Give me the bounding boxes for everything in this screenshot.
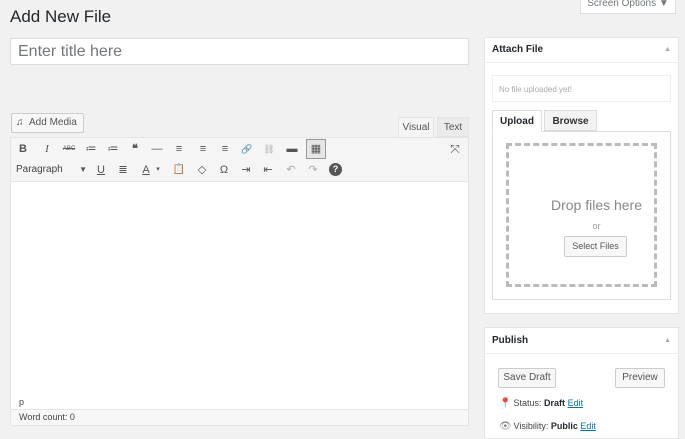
- numbered-list-icon[interactable]: ≔: [105, 141, 121, 157]
- drop-files-text: Drop files here: [550, 197, 643, 213]
- bullet-list-icon[interactable]: ≔: [83, 141, 99, 157]
- special-character-icon[interactable]: Ω: [216, 162, 232, 178]
- toolbar-toggle-icon[interactable]: ▦: [306, 139, 326, 159]
- clear-formatting-icon[interactable]: ◇: [194, 162, 210, 178]
- paste-text-icon[interactable]: 📋: [171, 162, 187, 178]
- eye-icon: 👁: [499, 421, 512, 432]
- page-title: Add New File: [10, 7, 112, 26]
- pin-icon: 📍: [499, 398, 512, 409]
- drop-zone[interactable]: [506, 143, 657, 287]
- status-edit-link[interactable]: Edit: [568, 398, 584, 408]
- title-input[interactable]: [10, 38, 469, 65]
- format-select-value: Paragraph: [16, 164, 63, 175]
- format-select[interactable]: Paragraph ▼: [16, 162, 87, 178]
- help-icon[interactable]: ?: [329, 163, 342, 176]
- underline-icon[interactable]: U: [93, 162, 109, 178]
- outdent-icon[interactable]: ⇥: [238, 162, 254, 178]
- visibility-value: Public: [550, 421, 578, 431]
- publish-heading: Publish: [492, 335, 529, 346]
- select-files-button[interactable]: Select Files: [564, 236, 627, 257]
- add-media-button[interactable]: ♫ Add Media: [11, 113, 84, 133]
- indent-icon[interactable]: ⇤: [260, 162, 276, 178]
- insert-link-icon[interactable]: 🔗: [239, 141, 255, 157]
- collapse-arrow-icon[interactable]: ▲: [664, 327, 671, 354]
- tab-upload[interactable]: Upload: [492, 110, 542, 132]
- chevron-down-icon: ▼: [79, 165, 87, 174]
- read-more-icon[interactable]: ▬: [284, 141, 300, 157]
- fullscreen-icon[interactable]: ⤧: [447, 141, 463, 157]
- bold-icon[interactable]: B: [15, 141, 31, 157]
- align-center-icon[interactable]: ≡: [195, 141, 211, 157]
- visibility-row: 👁 Visibility: Public Edit: [499, 419, 596, 433]
- justify-icon[interactable]: ≣: [115, 162, 131, 178]
- save-draft-button[interactable]: Save Draft: [498, 368, 556, 388]
- add-media-label: Add Media: [29, 117, 77, 128]
- visibility-label: Visibility:: [513, 421, 549, 431]
- attach-file-header[interactable]: Attach File ▲: [484, 37, 679, 63]
- attach-file-heading: Attach File: [492, 44, 544, 55]
- chevron-down-icon[interactable]: ▾: [150, 162, 166, 178]
- align-right-icon[interactable]: ≡: [217, 141, 233, 157]
- editor-path: p: [19, 397, 25, 407]
- media-icon: ♫: [16, 117, 24, 128]
- tab-text[interactable]: Text: [437, 117, 469, 137]
- status-label: Status:: [513, 398, 542, 408]
- preview-button[interactable]: Preview: [615, 368, 665, 388]
- screen-options-button[interactable]: Screen Options ▼: [580, 0, 676, 14]
- tab-visual[interactable]: Visual: [398, 117, 434, 137]
- undo-icon[interactable]: ↶: [283, 162, 299, 178]
- align-left-icon[interactable]: ≡: [171, 141, 187, 157]
- uploaded-file-field: No file uploaded yet!: [492, 75, 671, 102]
- collapse-arrow-icon[interactable]: ▲: [664, 37, 671, 63]
- tab-browse[interactable]: Browse: [544, 110, 597, 131]
- strikethrough-icon[interactable]: ABC: [61, 141, 77, 157]
- status-value: Draft: [544, 398, 566, 408]
- blockquote-icon[interactable]: ❝: [127, 141, 143, 157]
- or-text: or: [592, 221, 601, 231]
- word-count: Word count: 0: [11, 409, 468, 425]
- horizontal-line-icon[interactable]: —: [149, 141, 165, 157]
- italic-icon[interactable]: I: [39, 141, 55, 157]
- remove-link-icon[interactable]: ⛓: [261, 141, 277, 157]
- redo-icon[interactable]: ↷: [305, 162, 321, 178]
- publish-header[interactable]: Publish ▲: [484, 327, 679, 354]
- visibility-edit-link[interactable]: Edit: [580, 421, 596, 431]
- status-row: 📍 Status: Draft Edit: [499, 396, 583, 410]
